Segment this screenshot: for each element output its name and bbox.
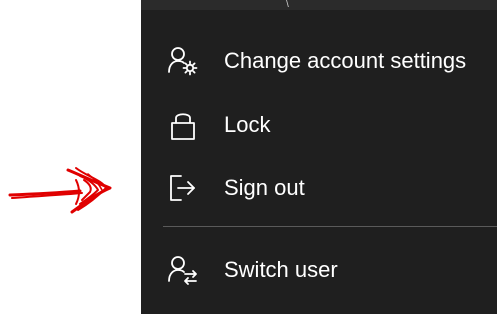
menu-item-label: Sign out <box>224 175 305 200</box>
menu-item-change-account-settings[interactable]: Change account settings <box>141 37 497 85</box>
menu-item-label: Change account settings <box>224 48 467 73</box>
menu-item-sign-out[interactable]: Sign out <box>141 164 497 212</box>
annotation-arrow-icon <box>8 167 112 214</box>
menu-top-edge: \ <box>141 0 497 10</box>
menu-divider <box>163 226 497 227</box>
lock-icon <box>163 105 203 145</box>
switch-user-icon <box>163 250 203 290</box>
sign-out-icon <box>163 168 203 208</box>
menu-item-label: Lock <box>224 112 271 137</box>
account-settings-icon <box>163 41 203 81</box>
menu-item-label: Switch user <box>224 257 338 282</box>
menu-item-lock[interactable]: Lock <box>141 101 497 149</box>
menu-item-switch-user[interactable]: Switch user <box>141 246 497 294</box>
account-menu: \ Change account settings Lock Sign out … <box>141 0 497 314</box>
cursor-fragment-icon: \ <box>286 0 289 10</box>
